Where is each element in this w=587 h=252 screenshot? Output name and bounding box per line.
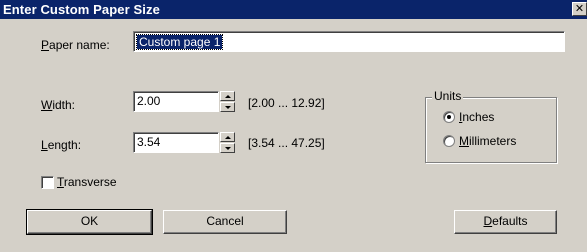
width-spinner[interactable] — [220, 91, 235, 112]
close-button[interactable]: ✕ — [572, 2, 587, 16]
length-decrement-button[interactable] — [220, 143, 235, 153]
length-increment-button[interactable] — [220, 132, 235, 142]
units-groupbox — [425, 97, 557, 163]
width-range: [2.00 ... 12.92] — [248, 96, 325, 110]
paper-name-value: Custom page 1 — [135, 34, 224, 50]
length-label: Length: — [41, 138, 82, 152]
arrow-up-icon — [225, 136, 231, 139]
width-increment-button[interactable] — [220, 91, 235, 101]
transverse-label[interactable]: Transverse — [57, 175, 117, 189]
units-inches-radio[interactable] — [443, 111, 455, 123]
radio-selected-dot — [447, 115, 451, 119]
units-group-title: Units — [432, 89, 464, 103]
close-icon: ✕ — [574, 3, 585, 15]
title-bar: Enter Custom Paper Size ✕ — [0, 0, 587, 19]
defaults-button[interactable]: Defaults — [454, 210, 557, 234]
paper-name-label: Paper name: — [41, 38, 110, 52]
units-inches-label[interactable]: Inches — [459, 110, 494, 124]
length-range: [3.54 ... 47.25] — [248, 136, 325, 150]
arrow-down-icon — [225, 147, 231, 150]
length-spinner[interactable] — [220, 132, 235, 153]
arrow-down-icon — [225, 106, 231, 109]
width-decrement-button[interactable] — [220, 102, 235, 112]
units-millimeters-radio[interactable] — [443, 135, 455, 147]
cancel-button[interactable]: Cancel — [163, 210, 287, 234]
dialog-title: Enter Custom Paper Size — [3, 2, 160, 17]
units-millimeters-label[interactable]: Millimeters — [459, 134, 516, 148]
paper-name-input[interactable]: Custom page 1 — [133, 31, 565, 52]
width-label: Width: — [41, 98, 76, 112]
arrow-up-icon — [225, 95, 231, 98]
ok-button[interactable]: OK — [26, 209, 153, 235]
length-value: 3.54 — [137, 135, 161, 149]
width-input[interactable]: 2.00 — [133, 91, 219, 112]
length-input[interactable]: 3.54 — [133, 132, 219, 153]
transverse-checkbox[interactable] — [41, 176, 54, 189]
width-value: 2.00 — [137, 94, 161, 108]
